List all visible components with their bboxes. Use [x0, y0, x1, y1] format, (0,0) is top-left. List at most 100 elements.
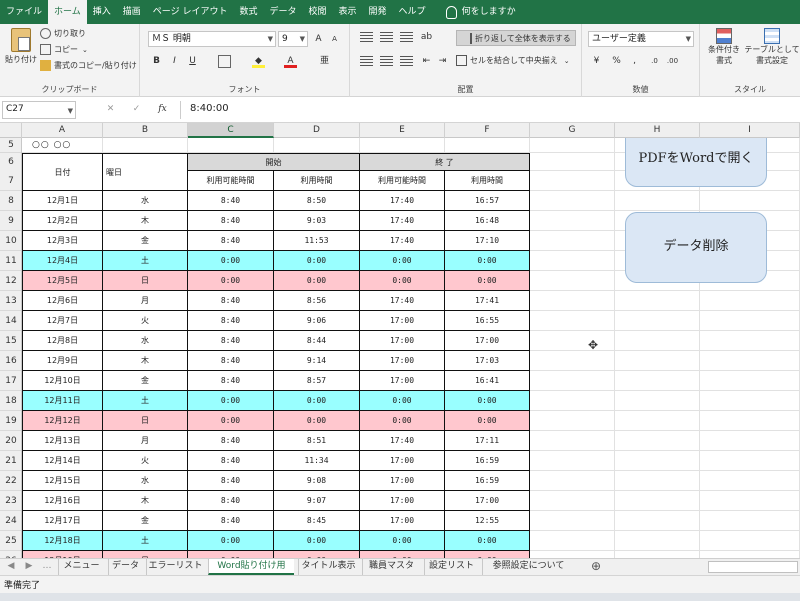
decrease-indent-button[interactable]: ⇤ [420, 55, 433, 68]
font-name-select[interactable]: ＭＳ 明朝 ▼ [148, 31, 276, 47]
align-right-button[interactable] [400, 56, 413, 67]
ribbon-tab[interactable]: ヘルプ [393, 0, 432, 24]
decrease-decimal-button[interactable]: .00 [666, 55, 679, 68]
ribbon-tab[interactable]: データ [263, 0, 302, 24]
fill-color-button[interactable]: ◆ [252, 55, 265, 68]
orientation-button[interactable]: ab [420, 31, 433, 44]
column-header[interactable]: F [445, 123, 530, 138]
align-top-button[interactable] [360, 32, 373, 43]
align-bottom-button[interactable] [400, 32, 413, 43]
column-header[interactable]: B [103, 123, 188, 138]
column-header[interactable]: C [188, 123, 274, 138]
row-header[interactable]: 11 [0, 251, 21, 271]
row-header[interactable]: 8 [0, 191, 21, 211]
ribbon-tab[interactable]: ホーム [48, 0, 87, 24]
sheet-tab[interactable]: 職員マスタ [362, 559, 420, 575]
row-header[interactable]: 18 [0, 391, 21, 411]
align-middle-button[interactable] [380, 32, 393, 43]
column-header[interactable]: H [615, 123, 700, 138]
ribbon-tab[interactable]: 挿入 [87, 0, 117, 24]
sheet-tab[interactable]: エラーリスト [146, 559, 204, 575]
row-header[interactable]: 26 [0, 551, 21, 558]
select-all-corner[interactable] [0, 123, 22, 138]
font-size-select[interactable]: 9 ▼ [278, 31, 308, 47]
conditional-formatting-button[interactable]: 条件付き 書式 [706, 28, 742, 66]
sheet-tab[interactable]: メニュー [58, 559, 104, 575]
row-header[interactable]: 23 [0, 491, 21, 511]
sheet-tab[interactable]: 参照設定について [482, 559, 574, 575]
row-header[interactable]: 14 [0, 311, 21, 331]
cut-button[interactable]: 切り取り [40, 28, 86, 39]
row-header[interactable]: 13 [0, 291, 21, 311]
ribbon-tab[interactable]: 描画 [117, 0, 147, 24]
insert-function-icon[interactable]: fx [156, 103, 169, 116]
underline-button[interactable]: U [186, 55, 199, 68]
scroll-right-icon[interactable]: ▶ [22, 559, 36, 575]
number-format-select[interactable]: ユーザー定義 ▼ [588, 31, 694, 47]
row-header[interactable]: 10 [0, 231, 21, 251]
format-painter-button[interactable]: 書式のコピー/貼り付け [40, 60, 137, 71]
row-header[interactable]: 7 [0, 171, 21, 191]
name-box[interactable]: C27 ▼ [2, 101, 76, 119]
worksheet-grid[interactable]: ○○ ○○ 日付 曜日 開始終 了利用可能時間 利用時間 利用可能時間 利用時間 12月1日… [22, 138, 800, 558]
row-header[interactable]: 9 [0, 211, 21, 231]
pdf-to-word-button[interactable]: PDFをWordで開く [625, 138, 767, 187]
shrink-font-button[interactable]: A [328, 33, 341, 46]
row-header[interactable]: 25 [0, 531, 21, 551]
bold-button[interactable]: B [150, 55, 163, 68]
phonetic-button[interactable]: 亜 [318, 55, 331, 68]
row-header[interactable]: 19 [0, 411, 21, 431]
column-header[interactable]: D [274, 123, 360, 138]
increase-indent-button[interactable]: ⇥ [436, 55, 449, 68]
wrap-text-button[interactable]: 折り返して全体を表示する [456, 30, 576, 46]
add-sheet-icon[interactable]: ⊕ [588, 559, 604, 575]
align-center-button[interactable] [380, 56, 393, 67]
sheet-tab[interactable]: Word貼り付け用 [208, 559, 294, 575]
ribbon-tab[interactable]: ページ レイアウト [147, 0, 234, 24]
row-header[interactable]: 24 [0, 511, 21, 531]
borders-button[interactable] [218, 55, 231, 68]
cancel-icon[interactable]: ✕ [104, 103, 117, 116]
sheet-tab[interactable]: タイトル表示 [298, 559, 358, 575]
format-as-table-button[interactable]: テーブルとして 書式設定 [744, 28, 800, 66]
row-header[interactable]: 16 [0, 351, 21, 371]
row-header[interactable]: 17 [0, 371, 21, 391]
row-header[interactable]: 5 [0, 138, 21, 153]
ribbon-tab[interactable]: 校閲 [303, 0, 333, 24]
percent-button[interactable]: % [610, 55, 623, 68]
sheet-tab[interactable]: 設定リスト [424, 559, 478, 575]
formula-input[interactable]: 8:40:00 [190, 103, 229, 114]
scroll-left-icon[interactable]: ◀ [4, 559, 18, 575]
row-header[interactable]: 20 [0, 431, 21, 451]
merge-center-button[interactable]: セルを結合して中央揃え ⌄ [456, 55, 570, 66]
align-left-button[interactable] [360, 56, 373, 67]
tell-me-box[interactable]: 何をしますか [440, 0, 522, 24]
check-icon[interactable]: ✓ [130, 103, 143, 116]
paste-button[interactable]: 貼り付け [5, 28, 37, 65]
italic-button[interactable]: I [168, 55, 181, 68]
column-header[interactable]: A [22, 123, 103, 138]
delete-data-button[interactable]: データ削除 [625, 212, 767, 283]
ribbon-tab[interactable]: 開発 [363, 0, 393, 24]
row-header[interactable]: 22 [0, 471, 21, 491]
row-header[interactable]: 12 [0, 271, 21, 291]
ribbon-tab[interactable]: 表示 [333, 0, 363, 24]
increase-decimal-button[interactable]: .0 [648, 55, 661, 68]
horizontal-scrollbar[interactable] [708, 561, 798, 573]
ribbon-tab[interactable]: ファイル [0, 0, 48, 24]
column-header[interactable]: G [530, 123, 615, 138]
column-header[interactable]: I [700, 123, 800, 138]
row-header[interactable]: 21 [0, 451, 21, 471]
grow-font-button[interactable]: A [312, 33, 325, 46]
copy-button[interactable]: コピー ⌄ [40, 44, 88, 55]
currency-button[interactable]: ¥ [590, 55, 603, 68]
row-header[interactable]: 15 [0, 331, 21, 351]
comma-button[interactable]: , [628, 55, 641, 68]
sheet-tab[interactable]: データ [108, 559, 142, 575]
more-sheets-icon[interactable]: … [40, 559, 54, 575]
styles-group: 条件付き 書式 テーブルとして 書式設定 スタイル [700, 24, 800, 97]
font-color-button[interactable]: A [284, 55, 297, 68]
ribbon-tab[interactable]: 数式 [233, 0, 263, 24]
cell-date: 12月8日 [22, 331, 103, 351]
column-header[interactable]: E [360, 123, 445, 138]
